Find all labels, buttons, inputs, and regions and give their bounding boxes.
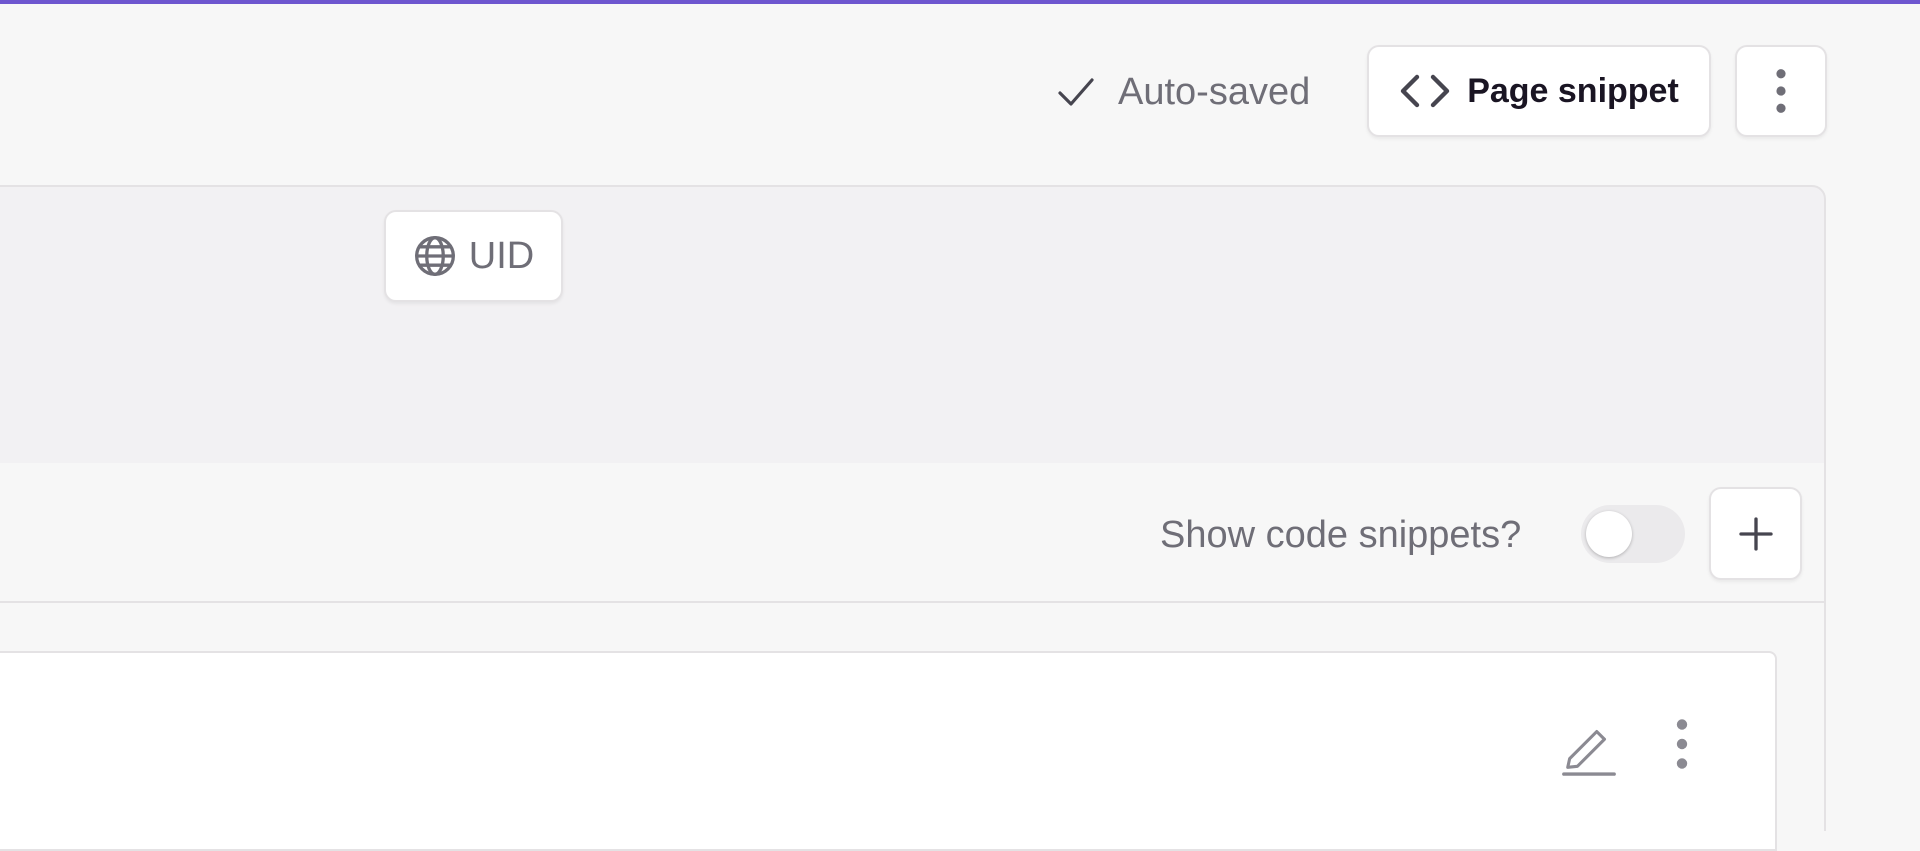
top-accent-bar — [0, 0, 1920, 4]
fields-panel — [0, 185, 1826, 465]
pencil-icon[interactable] — [1560, 718, 1618, 776]
check-icon — [1058, 78, 1094, 106]
uid-field-button[interactable]: UID — [384, 210, 563, 302]
slice-card — [0, 651, 1777, 851]
plus-icon — [1738, 516, 1773, 551]
right-divider — [1824, 603, 1826, 831]
page-snippet-label: Page snippet — [1467, 71, 1679, 110]
slice-zone-toolbar — [0, 463, 1826, 603]
globe-icon — [414, 236, 455, 276]
code-icon — [1400, 74, 1450, 108]
show-code-snippets-toggle[interactable] — [1581, 505, 1685, 563]
slice-more-icon[interactable] — [1672, 718, 1692, 770]
add-slice-button[interactable] — [1709, 487, 1802, 580]
more-vertical-icon — [1776, 69, 1786, 113]
autosave-status: Auto-saved — [1052, 67, 1310, 117]
toggle-knob — [1586, 511, 1632, 557]
uid-label: UID — [468, 234, 535, 277]
show-code-snippets-label: Show code snippets? — [1160, 514, 1522, 556]
header-more-button[interactable] — [1735, 45, 1827, 137]
page-snippet-button[interactable]: Page snippet — [1367, 45, 1711, 137]
autosave-label: Auto-saved — [1118, 70, 1311, 113]
